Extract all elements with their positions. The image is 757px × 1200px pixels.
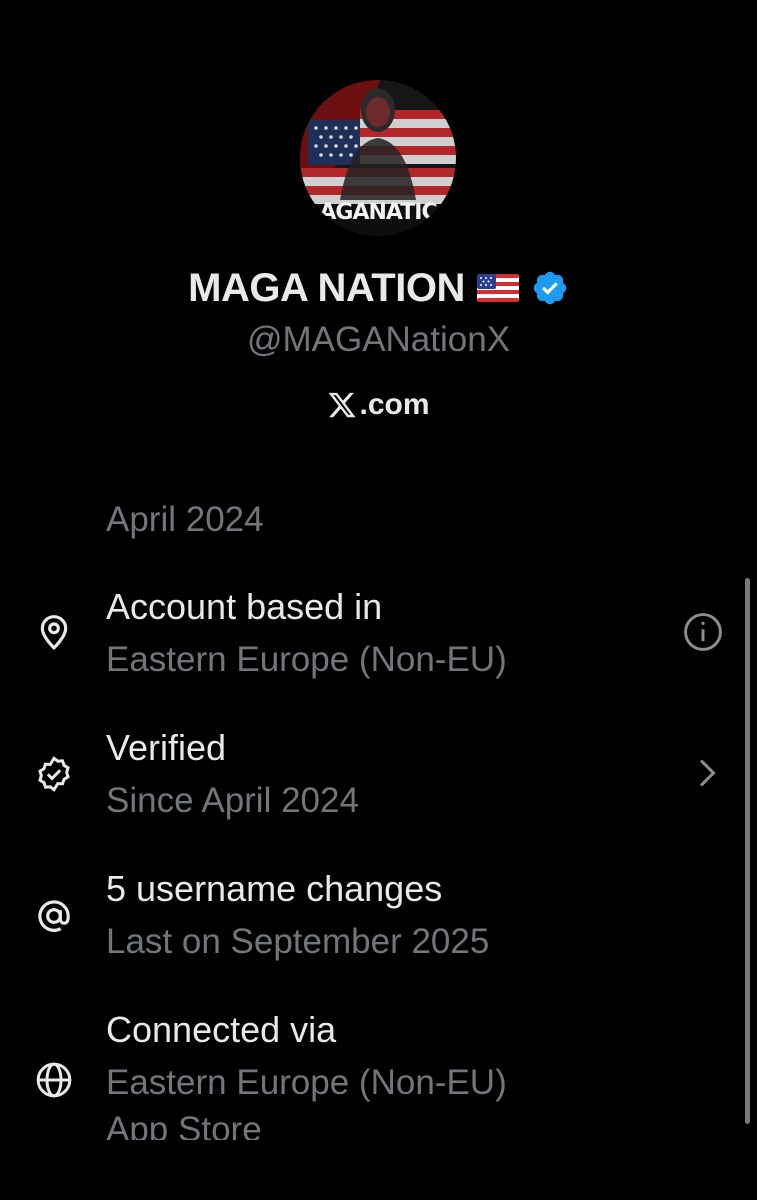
- profile-handle: @MAGANationX: [246, 320, 511, 359]
- website-link[interactable]: .com: [0, 388, 757, 422]
- website-domain-suffix: .com: [359, 388, 430, 421]
- us-flag-icon: [476, 274, 519, 302]
- avatar-caption: AGANATIC: [319, 200, 437, 225]
- list-item-connected-via: Connected via Eastern Europe (Non-EU) Ap…: [0, 1003, 757, 1140]
- chevron-right-icon[interactable]: [686, 753, 730, 797]
- item-subtitle-secondary: App Store: [106, 1110, 262, 1140]
- display-name: MAGA NATION: [188, 265, 465, 310]
- scrollbar[interactable]: [745, 578, 750, 1124]
- item-subtitle: Eastern Europe (Non-EU): [106, 640, 507, 679]
- item-title: Connected via: [106, 1009, 337, 1050]
- avatar[interactable]: AGANATIC: [300, 80, 456, 236]
- globe-icon: [34, 1060, 74, 1100]
- item-subtitle: Eastern Europe (Non-EU): [106, 1063, 507, 1102]
- item-title: 5 username changes: [106, 868, 443, 909]
- verified-check-icon: [34, 754, 74, 794]
- item-subtitle: Last on September 2025: [106, 922, 490, 961]
- about-account-list: April 2024 Account based in Eastern Euro…: [0, 500, 757, 1140]
- list-item-verified[interactable]: Verified Since April 2024: [0, 721, 757, 841]
- at-sign-icon: [34, 896, 74, 936]
- list-item-username-changes: 5 username changes Last on September 202…: [0, 862, 757, 982]
- name-row: MAGA NATION: [0, 262, 757, 314]
- profile-header: AGANATIC MAGA NATION @MAGANationX .com: [0, 0, 757, 470]
- clipped-subtitle: April 2024: [106, 500, 264, 539]
- list-item-account-based-in: Account based in Eastern Europe (Non-EU): [0, 580, 757, 700]
- location-pin-icon: [34, 612, 74, 652]
- item-title: Verified: [106, 727, 227, 768]
- info-icon[interactable]: [681, 610, 725, 654]
- x-logo-icon: [327, 390, 357, 420]
- item-title: Account based in: [106, 586, 383, 627]
- item-subtitle: Since April 2024: [106, 781, 359, 820]
- verified-badge-icon[interactable]: [531, 269, 569, 307]
